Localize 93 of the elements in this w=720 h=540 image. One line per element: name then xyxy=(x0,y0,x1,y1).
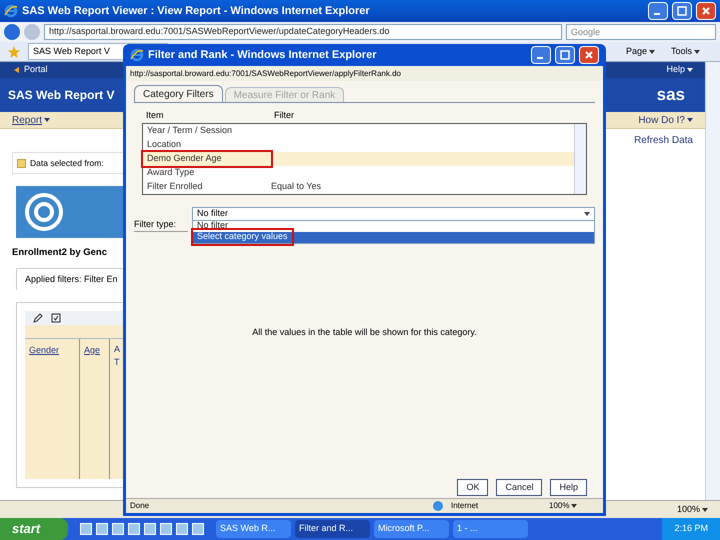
sas-logo: sas xyxy=(656,84,685,106)
close-button[interactable] xyxy=(579,46,599,64)
dropdown-value: No filter xyxy=(197,206,228,220)
info-icon xyxy=(17,158,26,168)
quick-launch-icon[interactable] xyxy=(112,523,124,535)
caret-icon xyxy=(687,66,693,73)
minimize-button[interactable] xyxy=(648,2,668,20)
help-link[interactable]: Help xyxy=(666,63,693,77)
close-icon xyxy=(701,6,711,16)
minimize-icon xyxy=(537,57,543,59)
browser-icon xyxy=(4,4,18,18)
zoom-level[interactable]: 100% xyxy=(549,500,599,512)
caret-icon xyxy=(44,117,50,124)
how-do-i-menu[interactable]: How Do I? xyxy=(638,112,693,128)
item-name: Filter Enrolled xyxy=(146,180,204,193)
minimize-button[interactable] xyxy=(531,46,551,64)
page-menu[interactable]: Page xyxy=(626,44,655,58)
checkbox-icon[interactable] xyxy=(51,312,61,323)
quick-launch-icon[interactable] xyxy=(192,523,204,535)
filter-type-label: Filter type: xyxy=(134,218,188,232)
column-header: Filter xyxy=(274,109,294,122)
pencil-icon[interactable] xyxy=(33,312,43,323)
circle-logo-icon xyxy=(24,192,64,232)
dialog-button[interactable]: OK xyxy=(457,479,488,496)
dialog-button[interactable]: Cancel xyxy=(496,479,542,496)
caret-icon xyxy=(687,117,693,124)
quick-launch-icon[interactable] xyxy=(160,523,172,535)
start-button[interactable]: start xyxy=(0,518,68,540)
security-zone: Internet xyxy=(451,500,480,512)
maximize-icon xyxy=(560,50,570,60)
close-button[interactable] xyxy=(696,2,716,20)
taskbar-task[interactable]: Microsoft P... xyxy=(374,520,449,538)
column-header[interactable]: Age xyxy=(84,344,100,355)
star-icon[interactable] xyxy=(8,46,20,58)
minimize-icon xyxy=(654,13,660,15)
taskbar-task[interactable]: 1 - ... xyxy=(453,520,528,538)
column-header[interactable]: T xyxy=(114,356,120,370)
maximize-button[interactable] xyxy=(672,2,692,20)
back-button[interactable] xyxy=(4,24,20,40)
caret-icon xyxy=(648,48,655,54)
list-row[interactable]: Filter Enrolled Equal to Yes xyxy=(143,180,574,194)
caret-icon xyxy=(571,503,578,509)
taskbar-task[interactable]: Filter and R... xyxy=(295,520,370,538)
caret-icon xyxy=(694,48,700,54)
list-row[interactable]: Demo Gender Age xyxy=(143,152,574,166)
dropdown-option[interactable]: No filter xyxy=(193,220,594,232)
left-arrow-icon xyxy=(14,66,20,73)
quick-launch-icon[interactable] xyxy=(144,523,156,535)
clock: 2:16 PM xyxy=(674,522,708,536)
applied-filters-text: Applied filters: Filter En xyxy=(25,272,118,286)
dialog-url: http://sasportal.broward.edu:7001/SASWebReportViewer/applyFilterRank.do xyxy=(130,68,402,80)
report-menu[interactable]: Report xyxy=(12,112,50,128)
caret-icon xyxy=(702,506,708,512)
filter-type-dropdown[interactable]: No filter xyxy=(192,206,595,220)
item-name: Demo Gender Age xyxy=(143,152,271,166)
browser-icon xyxy=(130,48,144,62)
list-row[interactable]: Award Type xyxy=(143,166,574,180)
maximize-button[interactable] xyxy=(555,46,575,64)
tab[interactable]: Category Filters xyxy=(134,85,223,102)
report-title: Enrollment2 by Genc xyxy=(12,246,108,260)
quick-launch-icon[interactable] xyxy=(176,523,188,535)
refresh-data-link[interactable]: Refresh Data xyxy=(634,133,693,148)
close-icon xyxy=(584,50,594,60)
quick-launch-icon[interactable] xyxy=(80,523,92,535)
portal-link[interactable]: Portal xyxy=(12,63,48,77)
dialog-button[interactable]: Help xyxy=(550,479,587,496)
column-header: Item xyxy=(146,109,165,122)
column-header[interactable]: A xyxy=(114,342,120,356)
caret-icon xyxy=(584,210,590,216)
quick-launch-icon[interactable] xyxy=(96,523,108,535)
app-title: SAS Web Report V xyxy=(8,86,114,104)
quick-launch-icon[interactable] xyxy=(128,523,140,535)
maximize-icon xyxy=(677,6,687,16)
status-text: Done xyxy=(130,500,150,512)
globe-icon xyxy=(433,501,443,511)
column-header[interactable]: Gender xyxy=(29,344,60,355)
filter-message: All the values in the table will be shown for this category. xyxy=(251,326,478,339)
item-name: Year / Term / Session xyxy=(146,124,234,137)
search-field[interactable]: Google xyxy=(566,24,716,40)
tab-label: SAS Web Report V xyxy=(33,44,110,58)
zoom-level[interactable]: 100% xyxy=(676,502,708,516)
list-row[interactable]: Location xyxy=(143,138,574,152)
window-title: SAS Web Report Viewer : View Report - Windows Internet Explorer xyxy=(22,4,371,19)
item-name: Award Type xyxy=(146,166,196,179)
tools-menu[interactable]: Tools xyxy=(670,44,700,58)
address-field[interactable]: http://sasportal.broward.edu:7001/SASWebReportViewer/updateCategoryHeaders.do xyxy=(44,24,562,40)
page-url: http://sasportal.broward.edu:7001/SASWebReportViewer/updateCategoryHeaders.do xyxy=(49,25,390,38)
taskbar-task[interactable]: SAS Web R... xyxy=(216,520,291,538)
data-source-label: Data selected from: xyxy=(30,157,104,170)
item-name: Location xyxy=(146,138,182,151)
list-row[interactable]: Year / Term / Session xyxy=(143,124,574,138)
item-filter: Equal to Yes xyxy=(271,180,322,193)
list-scrollbar[interactable] xyxy=(574,124,586,194)
